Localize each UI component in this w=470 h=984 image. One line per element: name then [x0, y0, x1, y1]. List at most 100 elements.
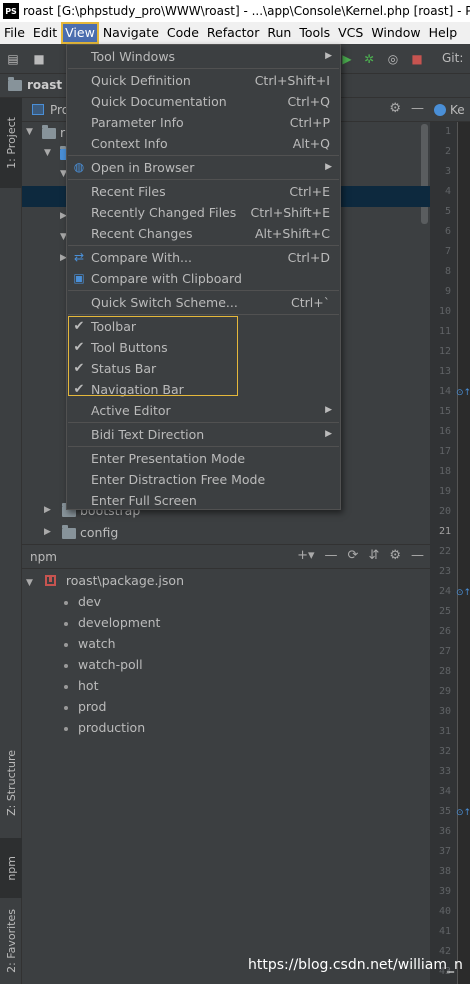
- menu-item-navigation-bar[interactable]: ✔ Navigation Bar: [67, 379, 340, 400]
- check-icon: ✔: [73, 340, 85, 355]
- line-number: 1: [444, 126, 451, 137]
- tab-favorites[interactable]: 2: Favorites: [0, 898, 22, 984]
- collapse-arrow-icon[interactable]: ▶: [44, 522, 51, 543]
- menu-item-quick-documentation[interactable]: Quick Documentation Ctrl+Q: [67, 91, 340, 112]
- gear-icon[interactable]: ⚙: [389, 101, 401, 116]
- menu-vcs[interactable]: VCS: [334, 22, 367, 44]
- menu-help[interactable]: Help: [425, 22, 462, 44]
- tab-npm[interactable]: npm: [0, 838, 22, 898]
- tab-structure[interactable]: Z: Structure: [0, 738, 22, 828]
- check-icon: ✔: [73, 319, 85, 334]
- collapse-arrow-icon[interactable]: ▶: [44, 500, 51, 521]
- menu-item-tool-windows[interactable]: Tool Windows ▶: [67, 46, 340, 67]
- breadcrumb-project[interactable]: roast: [8, 76, 62, 92]
- shortcut-label: Ctrl+P: [289, 115, 330, 130]
- menu-run[interactable]: Run: [263, 22, 295, 44]
- override-marker-icon[interactable]: ⊙↑: [456, 808, 470, 818]
- line-number: 40: [438, 906, 451, 917]
- menu-item-recently-changed-files[interactable]: Recently Changed Files Ctrl+Shift+E: [67, 202, 340, 223]
- menu-item-parameter-info[interactable]: Parameter Info Ctrl+P: [67, 112, 340, 133]
- menu-item-quick-switch-scheme[interactable]: Quick Switch Scheme... Ctrl+`: [67, 292, 340, 313]
- npm-script-item[interactable]: production: [64, 717, 145, 738]
- submenu-arrow-icon: ▶: [325, 162, 332, 172]
- menu-refactor[interactable]: Refactor: [203, 22, 263, 44]
- menu-item-enter-presentation-mode[interactable]: Enter Presentation Mode: [67, 448, 340, 469]
- line-number: 15: [438, 406, 451, 417]
- npm-script-item[interactable]: hot: [64, 675, 98, 696]
- tree-row[interactable]: ▶ config: [22, 522, 430, 543]
- bullet-icon: [64, 726, 68, 731]
- menu-file[interactable]: File: [0, 22, 29, 44]
- line-number: 11: [438, 326, 451, 337]
- npm-script-item[interactable]: prod: [64, 696, 106, 717]
- line-number-gutter: 1 2 3 4 5 6 7 8 9 10 11 12 13 14 15 16 17 18 19 20 21 22 23 24 2…: [430, 122, 458, 984]
- menu-item-enter-distraction-free-mode[interactable]: Enter Distraction Free Mode: [67, 469, 340, 490]
- menu-item-tool-buttons[interactable]: ✔ Tool Buttons: [67, 337, 340, 358]
- run-icon[interactable]: ▶: [340, 52, 354, 66]
- tab-project[interactable]: 1: Project: [0, 98, 22, 188]
- shortcut-label: Ctrl+Q: [287, 94, 330, 109]
- menu-item-enter-full-screen[interactable]: Enter Full Screen: [67, 490, 340, 511]
- line-number: 12: [438, 346, 451, 357]
- menu-separator: [68, 155, 339, 156]
- menu-separator: [68, 422, 339, 423]
- vcs-label[interactable]: Git:: [442, 51, 463, 65]
- remove-icon[interactable]: —: [325, 548, 338, 563]
- menu-item-bidi-text-direction[interactable]: Bidi Text Direction ▶: [67, 424, 340, 445]
- menu-window[interactable]: Window: [367, 22, 424, 44]
- add-icon[interactable]: +▾: [297, 548, 314, 563]
- override-marker-icon[interactable]: ⊙↑: [456, 588, 470, 598]
- expand-arrow-icon[interactable]: ▼: [26, 122, 33, 143]
- menu-navigate[interactable]: Navigate: [99, 22, 163, 44]
- npm-package-row[interactable]: ▼ roast\package.json: [26, 570, 184, 591]
- stop-icon[interactable]: ■: [410, 52, 424, 66]
- override-marker-icon[interactable]: ⊙↑: [456, 388, 470, 398]
- shortcut-label: Ctrl+E: [289, 184, 330, 199]
- menu-item-compare-with[interactable]: ⇄ Compare With... Ctrl+D: [67, 247, 340, 268]
- debug-icon[interactable]: ✲: [362, 52, 376, 66]
- refresh-icon[interactable]: ⟳: [348, 548, 359, 563]
- bullet-icon: [64, 705, 68, 710]
- line-number: 9: [444, 286, 451, 297]
- clipboard-icon: ▣: [73, 271, 85, 285]
- menu-view[interactable]: View: [61, 22, 99, 44]
- save-icon[interactable]: ■: [32, 52, 46, 66]
- menu-item-status-bar[interactable]: ✔ Status Bar: [67, 358, 340, 379]
- menu-item-open-in-browser[interactable]: ◍ Open in Browser ▶: [67, 157, 340, 178]
- gear-icon[interactable]: ⚙: [389, 548, 401, 563]
- menu-item-quick-definition[interactable]: Quick Definition Ctrl+Shift+I: [67, 70, 340, 91]
- menu-item-recent-files[interactable]: Recent Files Ctrl+E: [67, 181, 340, 202]
- shortcut-label: Alt+Q: [292, 136, 330, 151]
- hide-icon[interactable]: —: [411, 548, 424, 563]
- shortcut-label: Alt+Shift+C: [254, 226, 330, 241]
- line-number: 4: [444, 186, 451, 197]
- menu-item-active-editor[interactable]: Active Editor ▶: [67, 400, 340, 421]
- npm-package-icon: [44, 575, 56, 586]
- menu-tools[interactable]: Tools: [295, 22, 334, 44]
- shortcut-label: Ctrl+D: [287, 250, 330, 265]
- menu-item-compare-with-clipboard[interactable]: ▣ Compare with Clipboard: [67, 268, 340, 289]
- menu-separator: [68, 314, 339, 315]
- menu-item-context-info[interactable]: Context Info Alt+Q: [67, 133, 340, 154]
- menu-item-recent-changes[interactable]: Recent Changes Alt+Shift+C: [67, 223, 340, 244]
- editor-area: Ke 1 2 3 4 5 6 7 8 9 10 11 12 13 14 15 16 17 18 19 20 21 22 23…: [430, 98, 470, 984]
- line-number: 34: [438, 786, 451, 797]
- collapse-all-icon[interactable]: ⇵: [368, 548, 379, 563]
- folder-open-icon[interactable]: ▤: [6, 52, 20, 66]
- npm-script-item[interactable]: watch: [64, 633, 116, 654]
- scrollbar[interactable]: [421, 124, 428, 224]
- npm-script-item[interactable]: dev: [64, 591, 101, 612]
- watermark: https://blog.csdn.net/william_n: [248, 957, 463, 973]
- bullet-icon: [64, 621, 68, 626]
- expand-arrow-icon[interactable]: ▼: [26, 578, 33, 588]
- npm-script-item[interactable]: development: [64, 612, 160, 633]
- npm-script-item[interactable]: watch-poll: [64, 654, 143, 675]
- menu-item-toolbar[interactable]: ✔ Toolbar: [67, 316, 340, 337]
- menu-code[interactable]: Code: [163, 22, 203, 44]
- hide-icon[interactable]: —: [411, 101, 424, 116]
- coverage-icon[interactable]: ◎: [386, 52, 400, 66]
- menu-edit[interactable]: Edit: [29, 22, 61, 44]
- expand-arrow-icon[interactable]: ▼: [44, 143, 51, 164]
- line-number: 3: [444, 166, 451, 177]
- editor-tab-kernel[interactable]: Ke: [430, 98, 470, 122]
